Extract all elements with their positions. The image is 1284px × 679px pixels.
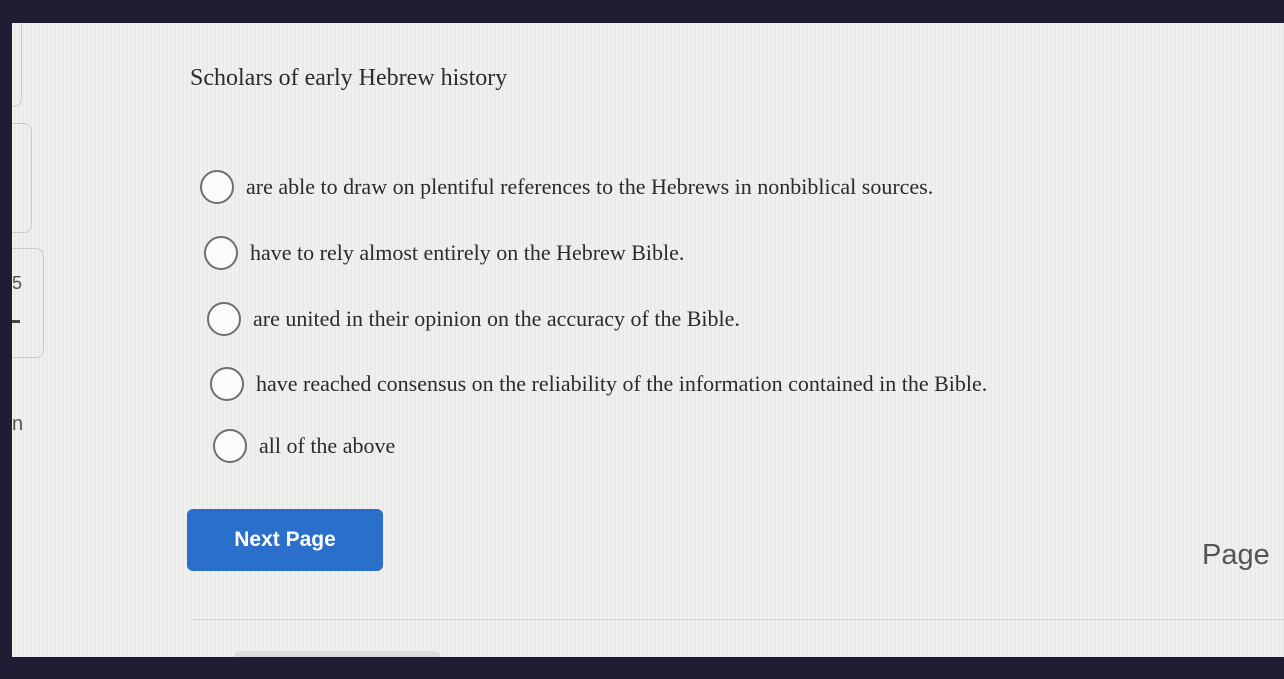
divider	[192, 619, 1284, 620]
quiz-screen: 5 n Scholars of early Hebrew history are…	[12, 23, 1284, 657]
answer-option-label: all of the above	[259, 433, 396, 458]
answer-option-2[interactable]: have to rely almost entirely on the Hebr…	[204, 236, 684, 270]
next-page-button[interactable]: Next Page	[187, 509, 383, 571]
radio-button[interactable]	[204, 236, 238, 270]
radio-button[interactable]	[213, 429, 247, 463]
answer-option-1[interactable]: are able to draw on plentiful references…	[200, 170, 933, 204]
left-sidebar-card	[12, 248, 44, 358]
question-text: Scholars of early Hebrew history	[190, 65, 508, 91]
sidebar-fragment-text: 5	[12, 273, 23, 293]
answer-option-label: are able to draw on plentiful references…	[246, 174, 934, 199]
answer-option-3[interactable]: are united in their opinion on the accur…	[207, 302, 740, 336]
answer-option-label: are united in their opinion on the accur…	[253, 306, 740, 331]
answer-option-label: have reached consensus on the reliabilit…	[256, 371, 988, 396]
sidebar-fragment-text: n	[12, 413, 24, 435]
radio-button[interactable]	[210, 367, 244, 401]
left-sidebar-card	[12, 123, 32, 233]
sidebar-fragment-dash	[12, 320, 20, 323]
answer-option-label: have to rely almost entirely on the Hebr…	[250, 240, 685, 265]
answer-option-5[interactable]: all of the above	[213, 429, 395, 463]
radio-button[interactable]	[200, 170, 234, 204]
page-indicator-label: Page	[1202, 539, 1270, 571]
answer-option-4[interactable]: have reached consensus on the reliabilit…	[210, 367, 987, 401]
bottom-tab-fragment	[234, 651, 440, 657]
radio-button[interactable]	[207, 302, 241, 336]
left-sidebar-card	[12, 23, 22, 107]
